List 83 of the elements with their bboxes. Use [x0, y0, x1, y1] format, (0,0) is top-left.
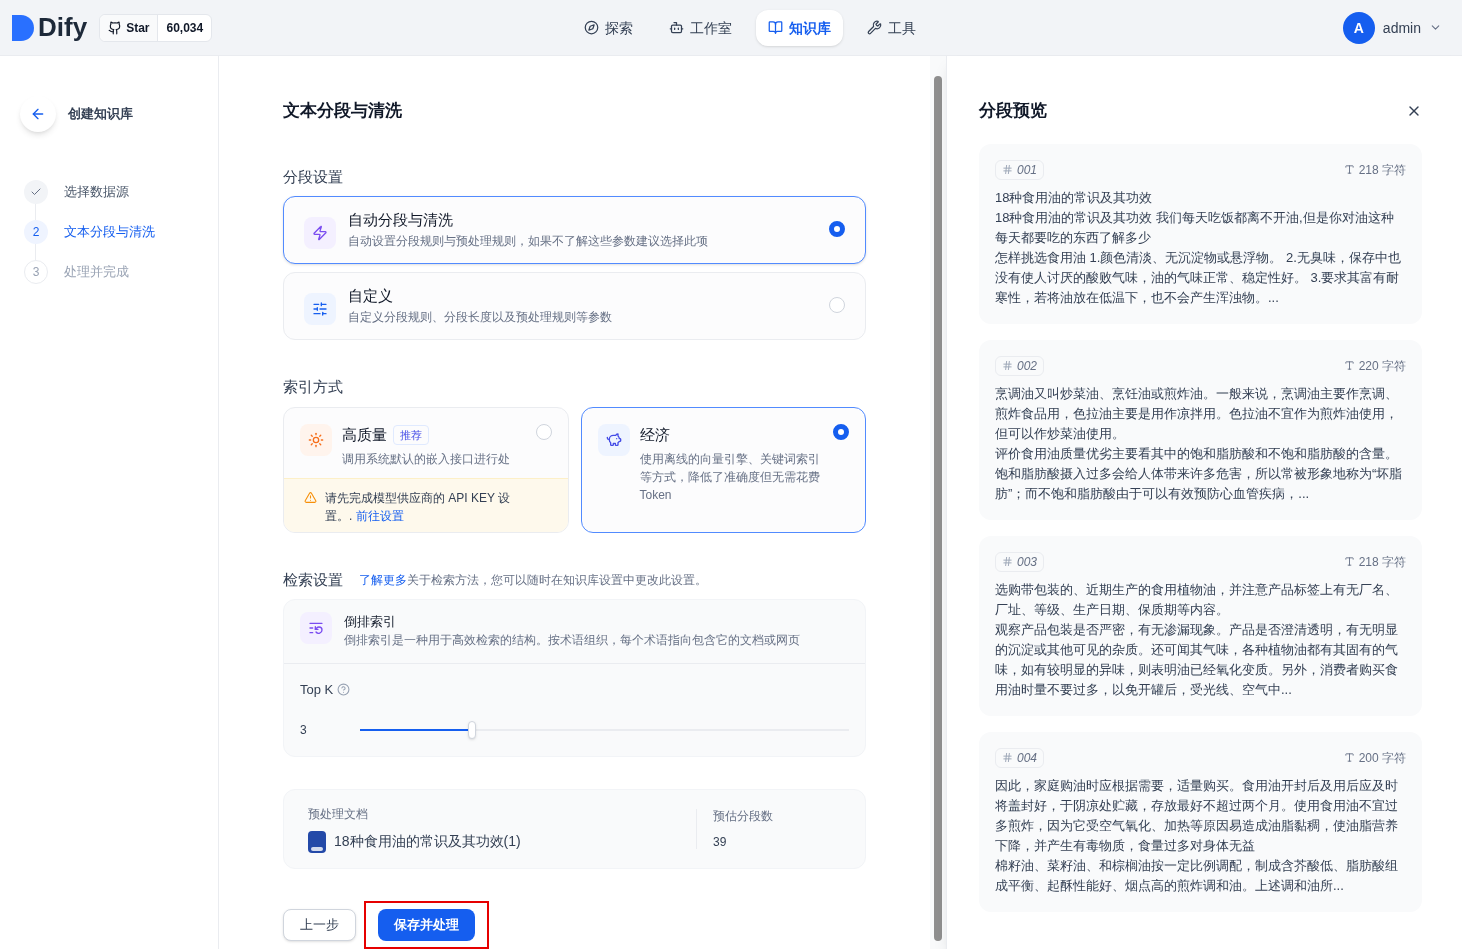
- index-option[interactable]: 高质量 推荐 调用系统默认的嵌入接口进行处 请先完成模型供应商的 API KEY 设置。. 前往设置: [283, 406, 569, 533]
- learn-more-link[interactable]: 了解更多: [359, 572, 407, 587]
- slider[interactable]: [360, 719, 849, 740]
- warning-icon: [304, 490, 317, 504]
- step-label: 文本分段与清洗: [64, 223, 155, 242]
- warning-text: 请先完成模型供应商的 API KEY 设置。. 前往设置: [325, 489, 512, 525]
- chunk-number: 004: [995, 747, 1045, 768]
- nav-tab[interactable]: 工作室: [657, 9, 744, 46]
- docx-file-icon: [308, 830, 326, 853]
- user-name[interactable]: admin: [1382, 17, 1421, 38]
- inverted-index-icon: [300, 612, 332, 644]
- segmentation-option[interactable]: 自动分段与清洗 自动设置分段规则与预处理规则，如果不了解这些参数建议选择此项: [283, 196, 866, 264]
- document-name: 18种食用油的常识及其功效(1): [334, 832, 521, 851]
- top-k-value: 3: [300, 721, 308, 739]
- char-count: 220 字符: [1343, 356, 1406, 375]
- option-description: 自动设置分段规则与预处理规则，如果不了解这些参数建议选择此项: [348, 232, 709, 250]
- char-count: 218 字符: [1343, 160, 1406, 179]
- help-icon[interactable]: [337, 683, 351, 697]
- slider-thumb[interactable]: [468, 720, 477, 739]
- text-icon: [1343, 164, 1355, 175]
- index-option[interactable]: 经济 使用离线的向量引擎、关键词索引等方式，降低了准确度但无需花费 Token: [580, 406, 866, 533]
- sliders-icon: [304, 293, 336, 325]
- text-icon: [1343, 752, 1355, 763]
- user-avatar[interactable]: A: [1342, 11, 1375, 44]
- radio-button[interactable]: [833, 423, 849, 440]
- char-count: 218 字符: [1343, 552, 1406, 571]
- segmentation-option[interactable]: 自定义 自定义分段规则、分段长度以及预处理规则等参数: [283, 272, 866, 340]
- step-label: 选择数据源: [64, 183, 129, 202]
- preview-title: 分段预览: [979, 100, 1047, 122]
- chunk-text: 选购带包装的、近期生产的食用植物油，并注意产品标签上有无厂名、厂址、等级、生产日期、保质期等内容。 观察产品包装是否严密，有无渗漏现象。产品是否澄清透明，有无明显的沉淀或其他可见的杂质。还可闻其气味，各种植物油都有其固有的气味，如有较明显的异味，则表明油已经氧化变质。另外，消费者购买食用油时量不要过多，以免开罐后，受光线、空气中...: [995, 580, 1399, 699]
- option-title: 自定义: [348, 286, 394, 306]
- chunk-text: 因此，家庭购油时应根据需要，适量购买。食用油开封后及用后应及时将盖封好，于阴凉处贮藏，存放最好不超过两个月。使用食用油不宜过多煎炸，因为它受空气氧化、加热等原因易造成油脂黏稠，使油脂营养下降，并产生有毒物质，食量过多对身体无益 棉籽油、菜籽油、和棕榈油按一定比例调配，制成含芥酸低、脂肪酸组成平衡、起酥性能好、烟点高的煎炸调和油。上述调和油所...: [995, 776, 1399, 895]
- logo[interactable]: Dify: [12, 8, 88, 47]
- chunk-text: 烹调油又叫炒菜油、烹饪油或煎炸油。一般来说，烹调油主要作烹调、煎炸食品用，色拉油主要是用作凉拌用。色拉油不宜作为煎炸油使用，但可以作炒菜油使用。 评价食用油质量优劣主要看其中的饱和脂肪酸和不饱和脂肪酸的含量。饱和脂肪酸摄入过多会给人体带来许多危害，所以常被形象地称为“坏脂肪”；而不饱和脂肪酸由于可以有效预防心血管疾病，...: [995, 384, 1404, 503]
- nav-tab[interactable]: 知识库: [756, 9, 843, 46]
- robot-icon: [669, 20, 684, 35]
- chunk-text: 18种食用油的常识及其功效 18种食用油的常识及其功效 我们每天吃饭都离不开油,但是你对油这种每天都要吃的东西了解多少 怎样挑选食用油 1.颜色清淡、无沉淀物或悬浮物。 2.无臭味，保存中也没有使人讨厌的酸败气味，油的气味正常、稳定性好。 3.要求其富有耐寒性，若将油放在低温下，也不会产生浑浊物。...: [995, 188, 1402, 307]
- option-description: 自定义分段规则、分段长度以及预处理规则等参数: [348, 308, 613, 326]
- sidebar-title: 创建知识库: [68, 105, 133, 124]
- chunk-number: 001: [995, 159, 1045, 180]
- hash-icon: [1002, 556, 1013, 567]
- section-label: 检索设置: [283, 569, 343, 590]
- hash-icon: [1002, 752, 1013, 763]
- lightning-icon: [304, 217, 336, 249]
- sun-icon: [300, 423, 332, 456]
- radio-button[interactable]: [829, 221, 845, 237]
- summary-label: 预估分段数: [713, 807, 774, 825]
- method-description: 倒排索引是一种用于高效检索的结构。按术语组织，每个术语指向包含它的文档或网页: [344, 632, 800, 648]
- text-icon: [1343, 556, 1355, 567]
- compass-icon: [584, 20, 599, 35]
- piggy-bank-icon: [597, 423, 630, 456]
- chunk-number: 002: [995, 355, 1045, 376]
- text-icon: [1343, 360, 1355, 371]
- method-title: 倒排索引: [344, 613, 397, 631]
- wrench-icon: [867, 20, 882, 35]
- hash-icon: [1002, 360, 1013, 371]
- book-icon: [768, 20, 783, 35]
- back-step-button[interactable]: 上一步: [283, 908, 356, 941]
- section-label: 索引方式: [283, 377, 344, 397]
- nav-tab[interactable]: 工具: [855, 9, 928, 46]
- option-description: 使用离线的向量引擎、关键词索引等方式，降低了准确度但无需花费 Token: [639, 451, 821, 504]
- retrieval-note: 了解更多关于检索方法，您可以随时在知识库设置中更改此设置。: [359, 571, 707, 589]
- hash-icon: [1002, 164, 1013, 175]
- option-title: 自动分段与清洗: [348, 210, 454, 230]
- github-icon: [108, 20, 123, 35]
- settings-link[interactable]: 前往设置: [355, 508, 404, 523]
- save-button[interactable]: 保存并处理: [378, 908, 475, 941]
- chunk-number: 003: [995, 551, 1045, 572]
- segment-count: 39: [713, 833, 728, 851]
- option-title: 经济: [639, 424, 670, 445]
- option-title: 高质量: [342, 424, 387, 445]
- step-number: 2: [24, 220, 48, 244]
- section-label: 分段设置: [283, 166, 344, 187]
- step-label: 处理并完成: [64, 263, 129, 282]
- recommended-badge: 推荐: [393, 424, 429, 445]
- top-k-label: Top K: [300, 681, 334, 699]
- char-count: 200 字符: [1343, 748, 1406, 767]
- summary-label: 预处理文档: [308, 805, 369, 823]
- page-title: 文本分段与清洗: [283, 100, 403, 122]
- nav-tab[interactable]: 探索: [572, 9, 645, 46]
- option-description: 调用系统默认的嵌入接口进行处: [342, 451, 511, 468]
- github-star-button[interactable]: Star 60,034: [99, 13, 213, 42]
- back-button[interactable]: [20, 96, 56, 132]
